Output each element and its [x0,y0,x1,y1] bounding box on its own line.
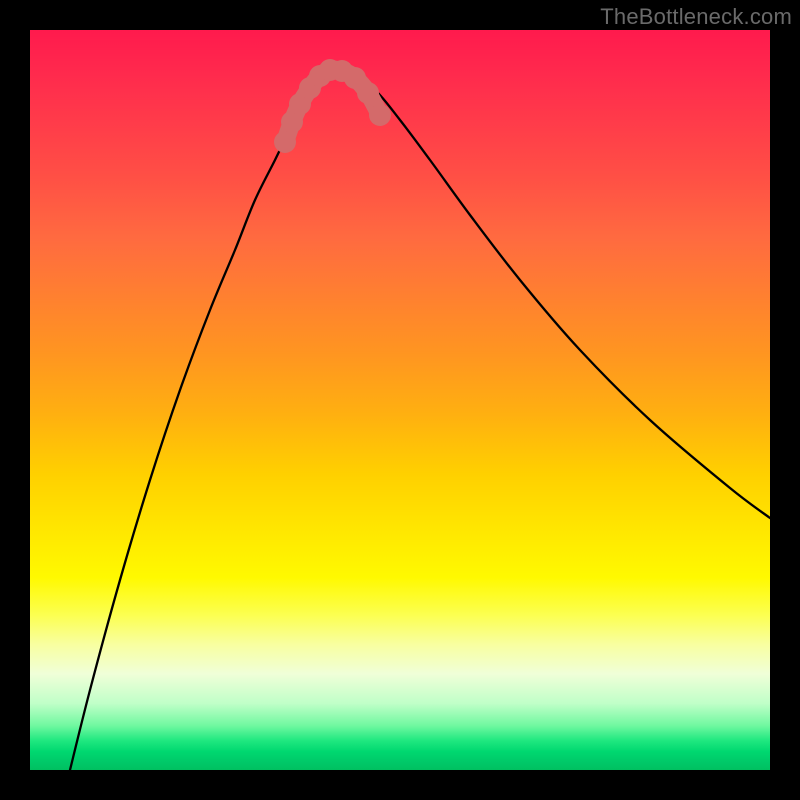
marker-bead [274,131,296,153]
marker-bead [319,59,341,81]
plot-area [30,30,770,770]
marker-bead [289,93,311,115]
marker-band-path [285,70,380,142]
chart-frame: TheBottleneck.com [0,0,800,800]
marker-bead [369,104,391,126]
curve-right-branch [330,70,770,518]
marker-bead [331,60,353,82]
marker-bead [281,111,303,133]
marker-bead [357,82,379,104]
marker-bead [309,65,331,87]
marker-bead [299,77,321,99]
curve-layer [30,30,770,770]
curve-left-branch [70,70,330,770]
marker-bead [344,67,366,89]
marker-beads [274,59,391,153]
watermark-text: TheBottleneck.com [600,4,792,30]
